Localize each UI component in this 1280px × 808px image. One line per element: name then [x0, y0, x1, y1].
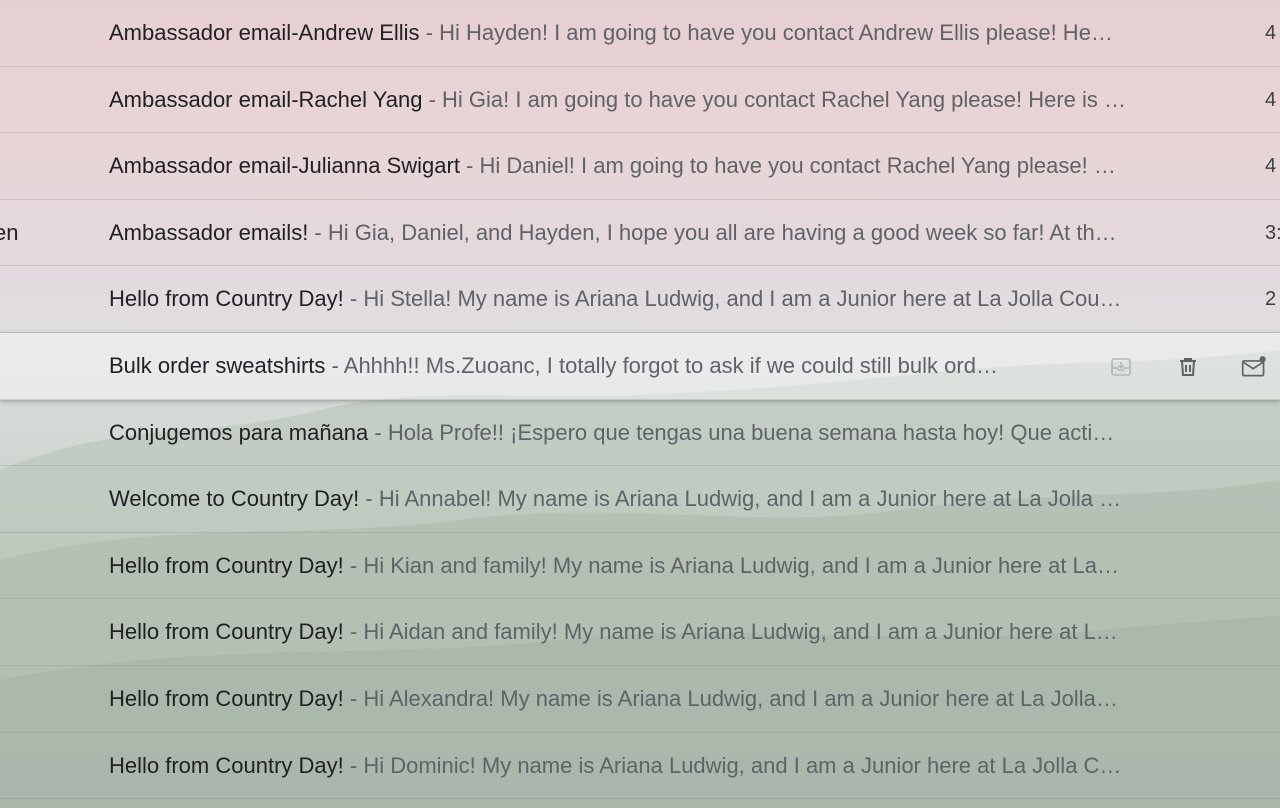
- email-date: 3:: [1265, 221, 1280, 244]
- email-snippet: Hi Gia! I am going to have you contact R…: [442, 86, 1127, 112]
- email-row[interactable]: Conjugemos para mañana - Hola Profe!! ¡E…: [0, 400, 1280, 467]
- email-separator: -: [325, 352, 344, 378]
- email-sender: en: [0, 219, 19, 245]
- email-content: Hello from Country Day! - Hi Alexandra! …: [109, 666, 1181, 732]
- email-row[interactable]: Ambassador email-Julianna Swigart - Hi D…: [0, 133, 1280, 200]
- email-date: 4: [1265, 22, 1277, 44]
- email-separator: -: [359, 486, 379, 512]
- email-subject: Ambassador email-Andrew Ellis: [109, 20, 420, 45]
- trash-icon: [1180, 357, 1196, 376]
- email-row[interactable]: Hello from Country Day! - Hi Alexandra! …: [0, 666, 1280, 733]
- email-content: Welcome to Country Day! - Hi Annabel! My…: [109, 466, 1181, 532]
- email-content: Ambassador emails! - Hi Gia, Daniel, and…: [109, 200, 1181, 266]
- email-subject: Welcome to Country Day!: [109, 486, 360, 512]
- email-row[interactable]: Bulk order sweatshirts - Ahhhh!! Ms.Zuoa…: [0, 332, 1280, 400]
- email-subject: Hello from Country Day!: [109, 752, 344, 778]
- email-separator: -: [368, 419, 388, 445]
- email-separator: -: [343, 286, 364, 312]
- email-subject: Ambassador emails!: [109, 219, 309, 245]
- mark-unread-button[interactable]: [1241, 354, 1267, 380]
- email-separator: -: [343, 552, 364, 578]
- email-date: 4: [1265, 88, 1277, 111]
- archive-button[interactable]: [1108, 354, 1134, 380]
- email-content: Conjugemos para mañana - Hola Profe!! ¡E…: [109, 400, 1181, 466]
- email-row[interactable]: en Ambassador emails! - Hi Gia, Daniel, a…: [0, 200, 1280, 267]
- email-content: Hello from Country Day! - Hi Kian and fa…: [109, 533, 1181, 599]
- email-date: 4: [1265, 155, 1277, 178]
- email-row[interactable]: Hello from Country Day! - Hi Stella! My …: [0, 266, 1280, 333]
- email-snippet: Hi Kian and family! My name is Ariana Lu…: [363, 552, 1120, 578]
- email-content: Ambassador email-Andrew Ellis - Hi Hayde…: [109, 0, 1181, 66]
- email-separator: -: [308, 219, 328, 245]
- email-subject: Conjugemos para mañana: [109, 419, 369, 445]
- email-subject: Bulk order sweatshirts: [109, 352, 326, 378]
- email-row[interactable]: Hello from Country Day! - Hi Dominic! My…: [0, 733, 1280, 800]
- email-row[interactable]: Hello from Country Day! - Hi Kian and fa…: [0, 533, 1280, 600]
- email-row[interactable]: Ambassador email-Andrew Ellis - Hi Hayde…: [0, 0, 1280, 67]
- email-subject: Ambassador email-Julianna Swigart: [109, 153, 460, 179]
- email-subject: Hello from Country Day!: [109, 619, 344, 645]
- email-row[interactable]: Welcome to Country Day! - Hi Annabel! My…: [0, 466, 1280, 533]
- email-snippet: Ahhhh!! Ms.Zuoanc, I totally forgot to a…: [343, 352, 998, 378]
- email-separator: -: [343, 685, 364, 711]
- email-snippet: Hi Annabel! My name is Ariana Ludwig, an…: [378, 486, 1122, 512]
- email-separator: -: [422, 86, 443, 112]
- email-subject: Ambassador email-Rachel Yang: [109, 86, 423, 112]
- email-subject: Hello from Country Day!: [109, 685, 344, 711]
- email-snippet: Hi Daniel! I am going to have you contac…: [479, 153, 1116, 179]
- email-subject: Hello from Country Day!: [109, 552, 344, 578]
- email-snippet: Hi Hayden! I am going to have you contac…: [439, 20, 1113, 45]
- email-separator: -: [459, 153, 480, 179]
- mark-unread-icon: [1241, 356, 1266, 377]
- email-content: Ambassador email-Rachel Yang - Hi Gia! I…: [109, 67, 1181, 133]
- email-separator: -: [343, 752, 364, 778]
- email-subject: Hello from Country Day!: [109, 286, 344, 312]
- email-snippet: Hi Alexandra! My name is Ariana Ludwig, …: [363, 685, 1118, 711]
- email-content: Hello from Country Day! - Hi Stella! My …: [109, 266, 1181, 332]
- email-snippet: Hola Profe!! ¡Espero que tengas una buen…: [387, 419, 1115, 445]
- email-content: Ambassador email-Julianna Swigart - Hi D…: [109, 133, 1181, 199]
- email-row[interactable]: Ambassador email-Rachel Yang - Hi Gia! I…: [0, 67, 1280, 134]
- email-list: Ambassador email-Andrew Ellis - Hi Hayde…: [0, 0, 1280, 800]
- email-content: Hello from Country Day! - Hi Dominic! My…: [109, 733, 1181, 799]
- email-date: 2: [1265, 288, 1277, 311]
- email-snippet: Hi Gia, Daniel, and Hayden, I hope you a…: [327, 219, 1117, 245]
- email-row[interactable]: Hello from Country Day! - Hi Aidan and f…: [0, 599, 1280, 666]
- email-separator: -: [419, 20, 440, 45]
- email-content: Bulk order sweatshirts - Ahhhh!! Ms.Zuoa…: [109, 333, 1071, 399]
- email-separator: -: [343, 619, 364, 645]
- email-snippet: Hi Aidan and family! My name is Ariana L…: [363, 619, 1118, 645]
- archive-icon: [1111, 358, 1131, 376]
- email-snippet: Hi Stella! My name is Ariana Ludwig, and…: [363, 286, 1122, 312]
- email-content: Hello from Country Day! - Hi Aidan and f…: [109, 599, 1181, 665]
- delete-button[interactable]: [1175, 354, 1201, 380]
- email-snippet: Hi Dominic! My name is Ariana Ludwig, an…: [363, 752, 1122, 778]
